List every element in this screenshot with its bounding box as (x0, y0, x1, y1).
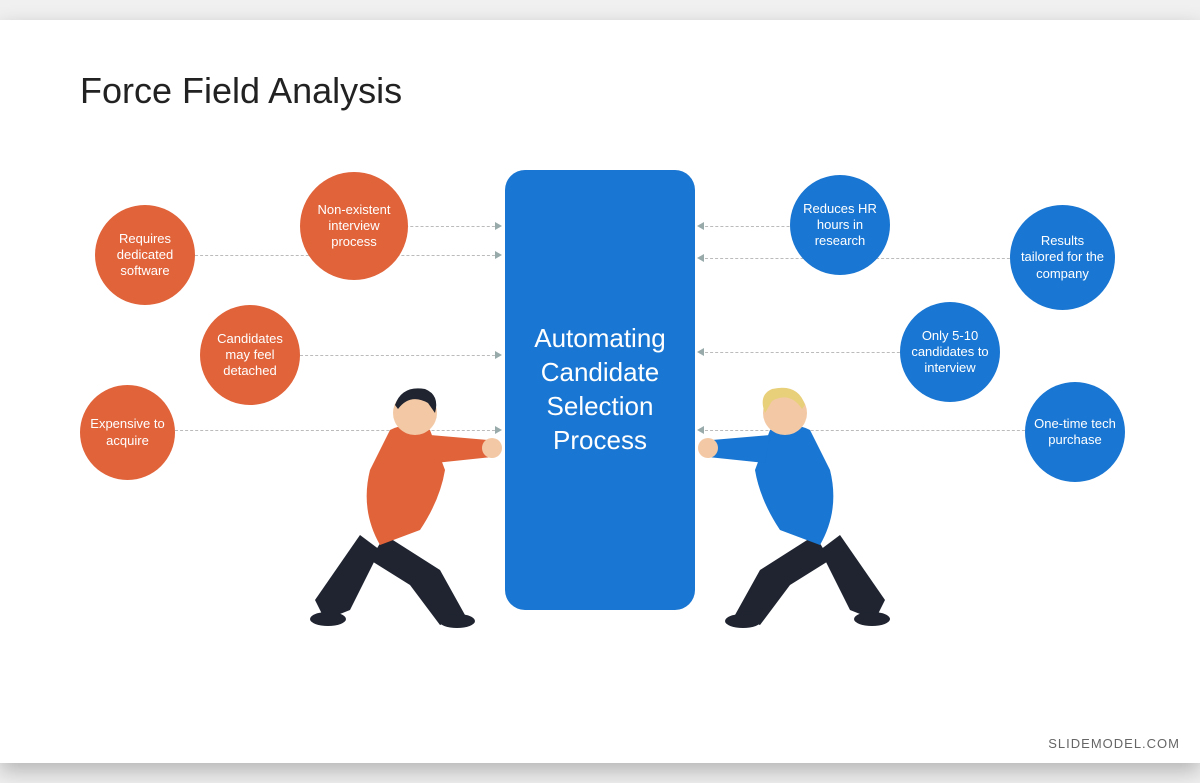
watermark: SLIDEMODEL.COM (1048, 736, 1180, 751)
arrow-icon (697, 222, 704, 230)
arrow-icon (495, 251, 502, 259)
restraining-bubble: Requires dedicated software (95, 205, 195, 305)
person-pushing-right-icon (670, 335, 970, 635)
driving-bubble: One-time tech purchase (1025, 382, 1125, 482)
restraining-bubble: Expensive to acquire (80, 385, 175, 480)
person-pushing-left-icon (230, 335, 530, 635)
driving-bubble: Reduces HR hours in research (790, 175, 890, 275)
connector (395, 226, 500, 227)
driving-bubble: Results tailored for the company (1010, 205, 1115, 310)
arrow-icon (495, 222, 502, 230)
restraining-bubble: Non-existent interview process (300, 172, 408, 280)
arrow-icon (697, 254, 704, 262)
slide-title: Force Field Analysis (80, 70, 402, 112)
slide: Force Field Analysis Requires dedicated … (0, 20, 1200, 763)
center-topic: Automating Candidate Selection Process (505, 170, 695, 610)
